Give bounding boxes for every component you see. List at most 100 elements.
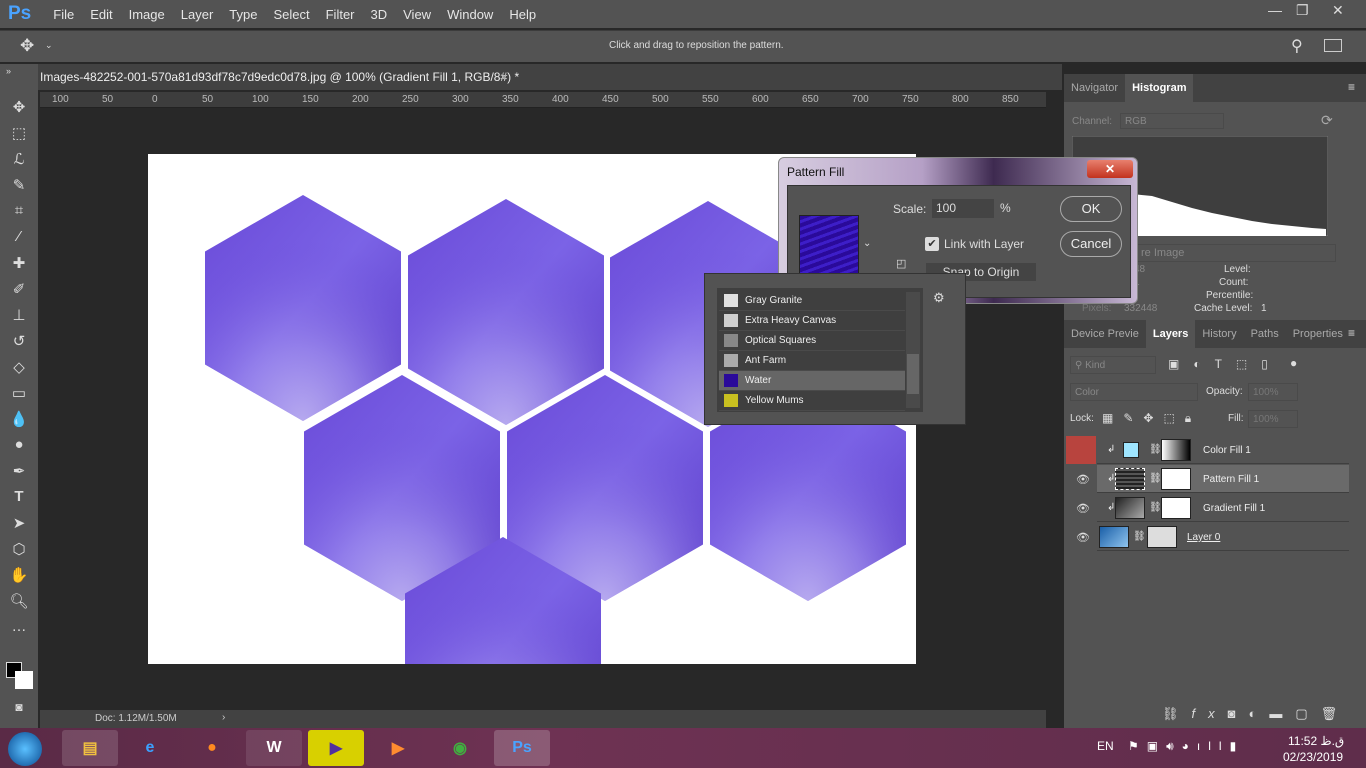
pattern-item[interactable]: Ant Farm <box>719 351 905 371</box>
source-select[interactable]: re Image <box>1136 244 1336 262</box>
path-select-icon[interactable]: ➤ <box>9 514 29 534</box>
cancel-button[interactable]: Cancel <box>1060 231 1122 257</box>
opacity-input[interactable]: 100% <box>1248 383 1298 401</box>
hand-tool-icon[interactable]: ✋ <box>9 566 29 586</box>
ok-button[interactable]: OK <box>1060 196 1122 222</box>
player-icon[interactable]: ▶ <box>370 730 426 766</box>
document-tab[interactable]: Images-482252-001-570a81d93df78c7d9edc0d… <box>38 64 1062 90</box>
firefox-icon[interactable]: ● <box>184 730 240 766</box>
restore-icon[interactable]: ❐ <box>1296 2 1309 19</box>
pattern-item[interactable]: Water <box>719 371 905 391</box>
dodge-tool-icon[interactable]: ● <box>9 436 29 456</box>
link-icon[interactable]: ⛓ <box>1149 473 1162 484</box>
start-button[interactable] <box>8 732 42 766</box>
pattern-dropdown-icon[interactable]: ⌄ <box>863 238 871 249</box>
language-indicator[interactable]: EN <box>1097 739 1114 753</box>
close-tab-icon[interactable]: × <box>500 70 507 84</box>
eyedropper-icon[interactable]: ⁄ <box>9 228 29 248</box>
menu-file[interactable]: File <box>53 7 74 22</box>
shape-tool-icon[interactable]: ⬡ <box>9 540 29 560</box>
color-fill-thumb[interactable] <box>1123 442 1139 458</box>
workspace-icon[interactable] <box>1324 39 1342 52</box>
tray-icons[interactable]: ⚑▣🔊︎◕ıll▮ <box>1128 739 1244 754</box>
mask-thumb[interactable] <box>1147 526 1177 548</box>
close-icon[interactable]: ✕ <box>1332 2 1344 19</box>
link-icon[interactable]: ⛓ <box>1133 531 1146 542</box>
internet-explorer-icon[interactable]: e <box>122 730 178 766</box>
minimize-icon[interactable]: — <box>1268 2 1282 18</box>
clock-time[interactable]: 11:52 ق.ظ <box>1288 734 1344 748</box>
pen-tool-icon[interactable]: ✒ <box>9 462 29 482</box>
menu-select[interactable]: Select <box>273 7 309 22</box>
menu-window[interactable]: Window <box>447 7 493 22</box>
menu-layer[interactable]: Layer <box>181 7 214 22</box>
menu-help[interactable]: Help <box>509 7 536 22</box>
photoshop-taskbar-icon[interactable]: Ps <box>494 730 550 766</box>
layers-footer-icons[interactable]: ⛓fx◙◐▬▢🗑︎ <box>1162 706 1350 722</box>
menu-filter[interactable]: Filter <box>326 7 355 22</box>
dialog-close-button[interactable]: ✕ <box>1087 160 1133 178</box>
pattern-item[interactable]: Gray Granite <box>719 291 905 311</box>
status-arrow-icon[interactable]: › <box>222 712 225 723</box>
brush-tool-icon[interactable]: ✐ <box>9 280 29 300</box>
mask-thumb[interactable] <box>1161 497 1191 519</box>
stamp-tool-icon[interactable]: ⊥ <box>9 306 29 326</box>
layer-filter-icons[interactable]: ▣◐T⬚▯ <box>1168 357 1282 371</box>
scrollbar-thumb[interactable] <box>907 354 919 394</box>
eye-icon[interactable]: 👁︎ <box>1076 502 1092 515</box>
tab-paths[interactable]: Paths <box>1244 320 1286 348</box>
tab-device-preview[interactable]: Device Previe <box>1064 320 1146 348</box>
link-icon[interactable]: ⛓ <box>1149 444 1162 455</box>
new-preset-icon[interactable]: ◰ <box>896 257 906 270</box>
layer-row-layer-0[interactable]: ⛓ Layer 0 <box>1097 523 1349 551</box>
tab-properties[interactable]: Properties <box>1286 320 1350 348</box>
tab-layers[interactable]: Layers <box>1145 320 1196 348</box>
layer-row-pattern-fill[interactable]: ↲ ⛓ Pattern Fill 1 <box>1097 465 1349 493</box>
panel-menu-icon[interactable]: ≡ <box>1348 80 1355 94</box>
layer-row-color-fill[interactable]: ↲ ⛓ Color Fill 1 <box>1097 436 1349 464</box>
layer-name[interactable]: Layer 0 <box>1187 532 1220 543</box>
pattern-item[interactable]: Yellow Mums <box>719 391 905 411</box>
scale-input[interactable]: 100 <box>932 199 994 218</box>
pattern-list-scrollbar[interactable] <box>906 292 920 408</box>
menu-3d[interactable]: 3D <box>371 7 388 22</box>
tab-histogram[interactable]: Histogram <box>1125 74 1194 102</box>
more-tools-icon[interactable]: … <box>9 618 29 638</box>
link-icon[interactable]: ⛓ <box>1149 502 1162 513</box>
layer-name[interactable]: Gradient Fill 1 <box>1203 503 1265 514</box>
type-tool-icon[interactable]: T <box>9 488 29 508</box>
menu-edit[interactable]: Edit <box>90 7 112 22</box>
kind-filter[interactable]: ⚲ Kind <box>1070 356 1156 374</box>
pattern-item[interactable]: Optical Squares <box>719 331 905 351</box>
mask-thumb[interactable] <box>1161 468 1191 490</box>
layers-menu-icon[interactable]: ≡ <box>1348 326 1355 340</box>
gradient-tool-icon[interactable]: ▭ <box>9 384 29 404</box>
zoom-tool-icon[interactable]: 🔍︎ <box>9 592 29 612</box>
chrome-icon[interactable]: ◉ <box>432 730 488 766</box>
file-explorer-icon[interactable]: ▤ <box>62 730 118 766</box>
marquee-tool-icon[interactable]: ⬚ <box>9 124 29 144</box>
word-icon[interactable]: W <box>246 730 302 766</box>
background-color[interactable] <box>15 671 33 689</box>
lock-icons[interactable]: ▦✎✥⬚🔒︎ <box>1102 411 1201 426</box>
gear-icon[interactable]: ⚙ <box>933 290 945 306</box>
link-checkbox[interactable]: ✔ <box>925 237 939 251</box>
clock-date[interactable]: 02/23/2019 <box>1283 750 1343 764</box>
lasso-tool-icon[interactable]: ℒ <box>9 150 29 170</box>
quick-mask-icon[interactable]: ◙ <box>9 700 29 720</box>
collapse-icon[interactable]: » <box>6 66 11 76</box>
layer-row-gradient-fill[interactable]: ↲ ⛓ Gradient Fill 1 <box>1097 494 1349 522</box>
blur-tool-icon[interactable]: 💧 <box>9 410 29 430</box>
fill-input[interactable]: 100% <box>1248 410 1298 428</box>
layer-name[interactable]: Pattern Fill 1 <box>1203 474 1259 485</box>
crop-tool-icon[interactable]: ⌗ <box>9 202 29 222</box>
menu-image[interactable]: Image <box>129 7 165 22</box>
image-thumb[interactable] <box>1099 526 1129 548</box>
pattern-thumb[interactable] <box>1115 468 1145 490</box>
eye-icon[interactable]: 👁︎ <box>1076 473 1092 486</box>
menu-type[interactable]: Type <box>229 7 257 22</box>
channel-select[interactable]: RGB <box>1120 113 1224 129</box>
layer-name[interactable]: Color Fill 1 <box>1203 445 1251 456</box>
eye-icon[interactable]: 👁︎ <box>1076 531 1092 544</box>
gradient-thumb[interactable] <box>1115 497 1145 519</box>
